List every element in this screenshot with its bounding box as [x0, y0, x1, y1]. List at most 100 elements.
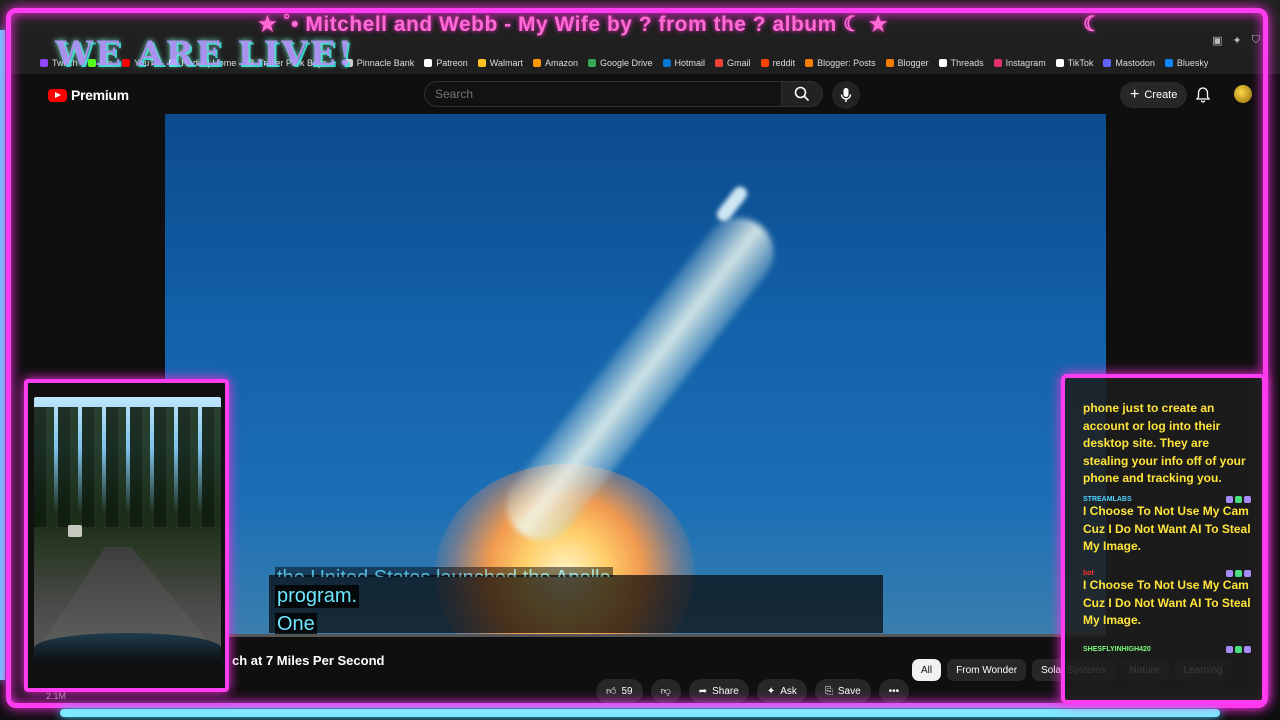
dislike-button[interactable]: 👎︎ — [650, 679, 681, 703]
bookmark-favicon-icon — [938, 59, 947, 67]
filter-chip[interactable]: All — [912, 659, 942, 681]
plus-icon: + — [1130, 86, 1140, 103]
badge-icon — [1226, 570, 1233, 577]
video-player[interactable] — [165, 114, 1106, 634]
bookmark-item[interactable]: Amazon — [532, 58, 578, 68]
bookmark-item[interactable]: Google Drive — [588, 58, 653, 68]
bookmark-favicon-icon — [1103, 59, 1112, 67]
youtube-brand-label: Premium — [71, 87, 129, 103]
bookmark-label: TikTok — [1067, 58, 1094, 68]
youtube-header: Premium + Create — [0, 76, 1280, 114]
share-button[interactable]: ➦ Share — [688, 679, 749, 703]
car-dashboard — [34, 633, 221, 663]
search-box — [424, 81, 782, 107]
like-icon: 👍︎ — [606, 686, 617, 697]
action-label: 59 — [621, 685, 633, 697]
moon-icon: ☾ — [1083, 13, 1103, 36]
dashcam-overlay — [24, 379, 229, 692]
bookmark-favicon-icon — [1055, 59, 1064, 67]
bookmark-label: Threads — [950, 58, 984, 68]
dashcam-scene — [34, 397, 221, 657]
bookmark-label: Blogger — [897, 58, 929, 68]
search-button[interactable] — [781, 81, 823, 107]
create-button[interactable]: + Create — [1120, 82, 1188, 108]
badge-icon — [1235, 496, 1242, 503]
video-progress-bar[interactable] — [165, 634, 1106, 637]
bookmark-label: Amazon — [544, 58, 578, 68]
shield-icon[interactable]: ⛉ — [1252, 34, 1260, 47]
search-input[interactable] — [425, 82, 781, 106]
ask-icon: ✦ — [766, 685, 776, 697]
search-icon — [794, 86, 810, 102]
browser-extension-icons: ▣ ✦ ⛉ — [1212, 34, 1260, 47]
bookmark-item[interactable]: Threads — [938, 58, 984, 68]
bookmark-label: Instagram — [1005, 58, 1046, 68]
action-label: Ask — [780, 685, 797, 697]
caption-window: the United States launched the Apollo pr… — [269, 567, 883, 636]
dislike-icon: 👎︎ — [660, 686, 671, 697]
bookmark-label: Blogger: Posts — [817, 58, 876, 68]
bookmark-label: Hotmail — [674, 58, 706, 68]
bookmark-item[interactable]: reddit — [760, 58, 796, 68]
bookmark-favicon-icon — [993, 59, 1002, 67]
caption-partial-line: the United States launched the Apollo — [275, 567, 613, 577]
chat-badges — [1226, 646, 1251, 653]
like-button[interactable]: 👍︎ 59 — [596, 679, 643, 703]
bookmark-favicon-icon — [40, 59, 48, 67]
bookmark-label: Walmart — [489, 58, 523, 68]
youtube-play-icon — [48, 88, 67, 102]
forest-trees — [34, 407, 221, 527]
bookmark-favicon-icon — [424, 59, 433, 67]
chat-text: I Choose To Not Use My Cam Cuz I Do Not … — [1083, 578, 1251, 627]
notifications-button[interactable] — [1195, 87, 1211, 108]
bookmark-favicon-icon — [805, 59, 814, 67]
caption-line-2: One — [275, 613, 317, 636]
save-button[interactable]: ⎘ Save — [814, 679, 871, 703]
create-button-label: Create — [1144, 89, 1178, 101]
bookmark-item[interactable]: Hotmail — [662, 58, 706, 68]
ask-button[interactable]: ✦ Ask — [756, 679, 807, 703]
badge-icon — [1235, 570, 1242, 577]
bookmark-label: Google Drive — [600, 58, 653, 68]
bookmark-item[interactable]: Bluesky — [1164, 58, 1208, 68]
caption-line-1: program. — [275, 585, 360, 608]
bookmark-item[interactable]: Patreon — [424, 58, 468, 68]
share-icon: ➦ — [698, 685, 708, 697]
chat-message: phone just to create an account or log i… — [1083, 400, 1251, 488]
bookmark-label: Mastodon — [1115, 58, 1155, 68]
bookmark-label: Patreon — [436, 58, 468, 68]
microphone-icon — [840, 88, 852, 102]
bookmark-favicon-icon — [662, 59, 671, 67]
voice-search-button[interactable] — [832, 81, 860, 109]
bookmark-item[interactable]: Instagram — [993, 58, 1046, 68]
save-icon: ⎘ — [824, 685, 833, 697]
bookmark-item[interactable]: Mastodon — [1103, 58, 1155, 68]
filter-chip[interactable]: From Wonder — [947, 659, 1027, 681]
video-title: ch at 7 Miles Per Second — [232, 653, 385, 668]
badge-icon — [1244, 570, 1251, 577]
bookmark-item[interactable]: Pinnacle Bank — [344, 58, 415, 68]
bookmark-item[interactable]: TikTok — [1055, 58, 1094, 68]
bookmark-favicon-icon — [588, 59, 596, 67]
youtube-logo[interactable]: Premium — [48, 87, 129, 103]
bookmark-item[interactable]: Blogger — [885, 58, 929, 68]
account-avatar[interactable] — [1234, 85, 1252, 103]
chat-message: SHESFLYINHIGH420 — [1083, 646, 1251, 653]
oncoming-vehicle — [68, 525, 82, 537]
action-label: Share — [712, 685, 739, 697]
bookmark-favicon-icon — [532, 59, 541, 67]
extension-icon[interactable]: ▣ — [1212, 34, 1222, 47]
bookmark-item[interactable]: Gmail — [715, 58, 751, 68]
bookmark-label: Gmail — [727, 58, 751, 68]
neon-side-accent — [0, 30, 5, 680]
more-button[interactable]: ••• — [878, 679, 910, 703]
bookmark-label: Pinnacle Bank — [356, 58, 415, 68]
bookmark-item[interactable]: Walmart — [477, 58, 523, 68]
bookmark-label: reddit — [772, 58, 796, 68]
bookmark-item[interactable]: Blogger: Posts — [805, 58, 876, 68]
badge-icon — [1244, 496, 1251, 503]
badge-icon — [1226, 496, 1233, 503]
sparkle-icon[interactable]: ✦ — [1233, 34, 1242, 47]
chat-message: bot I Choose To Not Use My Cam Cuz I Do N… — [1083, 570, 1251, 630]
chat-text: phone just to create an account or log i… — [1083, 401, 1246, 485]
